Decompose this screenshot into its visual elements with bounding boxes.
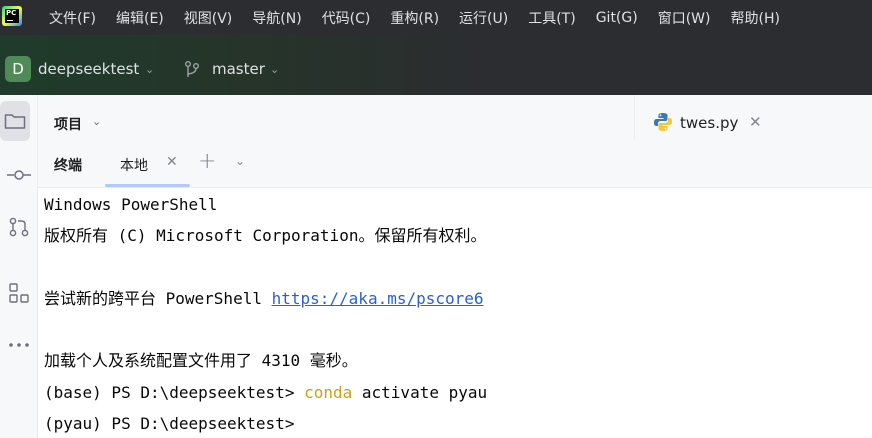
menu-window[interactable]: 窗口(W): [658, 8, 711, 28]
menu-run[interactable]: 运行(U): [459, 8, 508, 28]
project-badge[interactable]: D: [5, 56, 31, 82]
terminal-prompt: (base) PS D:\deepseektest>: [44, 383, 305, 402]
menu-file[interactable]: 文件(F): [49, 8, 96, 28]
editor-tab-close-icon[interactable]: ✕: [749, 113, 762, 131]
menu-help[interactable]: 帮助(H): [730, 8, 779, 28]
git-branch-icon: [185, 61, 199, 77]
editor-tab-bar: twes.py ✕: [634, 95, 872, 139]
terminal-line: 加载个人及系统配置文件用了 4310 毫秒。: [44, 351, 358, 370]
project-panel-header: 项目 ⌄: [38, 95, 634, 139]
pycharm-logo-icon[interactable]: PC: [2, 6, 22, 26]
terminal-command-args: activate pyau: [352, 383, 488, 402]
branch-chevron-down-icon[interactable]: ⌄: [270, 63, 279, 76]
new-terminal-plus-icon[interactable]: +: [198, 149, 216, 174]
project-header: D deepseektest ⌄ master ⌄: [0, 35, 872, 95]
terminal-output[interactable]: Windows PowerShell 版权所有 (C) Microsoft Co…: [38, 189, 872, 438]
terminal-command: conda: [304, 383, 353, 402]
terminal-line: 版权所有 (C) Microsoft Corporation。保留所有权利。: [44, 226, 487, 245]
terminal-panel-title: 终端: [54, 158, 82, 174]
structure-icon: [9, 283, 29, 303]
terminal-tab-active-indicator: [105, 184, 190, 187]
pull-requests-tool-button[interactable]: [0, 207, 38, 247]
project-name[interactable]: deepseektest: [38, 60, 139, 78]
project-chevron-down-icon[interactable]: ⌄: [145, 63, 154, 76]
menu-edit[interactable]: 编辑(E): [116, 8, 164, 28]
more-dots-icon: [9, 343, 29, 347]
menu-code[interactable]: 代码(C): [322, 8, 371, 28]
terminal-line: 尝试新的跨平台 PowerShell https://aka.ms/pscore…: [44, 289, 484, 309]
left-tool-strip: [0, 95, 38, 438]
editor-tab-twes-py[interactable]: twes.py: [680, 114, 738, 132]
commit-tool-button[interactable]: [0, 155, 38, 195]
menu-items: 文件(F) 编辑(E) 视图(V) 导航(N) 代码(C) 重构(R) 运行(U…: [49, 0, 800, 35]
menu-view[interactable]: 视图(V): [184, 8, 233, 28]
menu-bar: PC 文件(F) 编辑(E) 视图(V) 导航(N) 代码(C) 重构(R) 运…: [0, 0, 872, 35]
structure-tool-button[interactable]: [0, 273, 38, 313]
more-tools-button[interactable]: [0, 325, 38, 365]
project-tool-button[interactable]: [0, 101, 30, 141]
menu-refactor[interactable]: 重构(R): [390, 8, 439, 28]
project-panel-title[interactable]: 项目: [54, 114, 82, 134]
terminal-tab-local[interactable]: 本地: [120, 155, 148, 175]
menu-tools[interactable]: 工具(T): [528, 8, 575, 28]
terminal-line: (base) PS D:\deepseektest> conda activat…: [44, 383, 487, 403]
terminal-options-chevron-down-icon[interactable]: ⌄: [235, 154, 245, 168]
python-file-icon: [654, 113, 672, 131]
terminal-tab-bar: 终端 本地 ✕ + ⌄: [38, 139, 872, 188]
menu-navigate[interactable]: 导航(N): [252, 8, 301, 28]
menu-git[interactable]: Git(G): [596, 10, 638, 26]
terminal-text: 尝试新的跨平台 PowerShell: [44, 289, 272, 308]
pull-request-icon: [9, 217, 29, 237]
branch-name[interactable]: master: [212, 60, 265, 78]
folder-icon: [4, 114, 26, 129]
project-panel-chevron-down-icon[interactable]: ⌄: [92, 115, 101, 128]
terminal-tab-close-icon[interactable]: ✕: [166, 154, 178, 170]
terminal-prompt-line[interactable]: (pyau) PS D:\deepseektest>: [44, 414, 294, 434]
pscore6-link[interactable]: https://aka.ms/pscore6: [272, 289, 484, 308]
commit-icon: [7, 170, 31, 180]
terminal-line: Windows PowerShell: [44, 195, 218, 214]
